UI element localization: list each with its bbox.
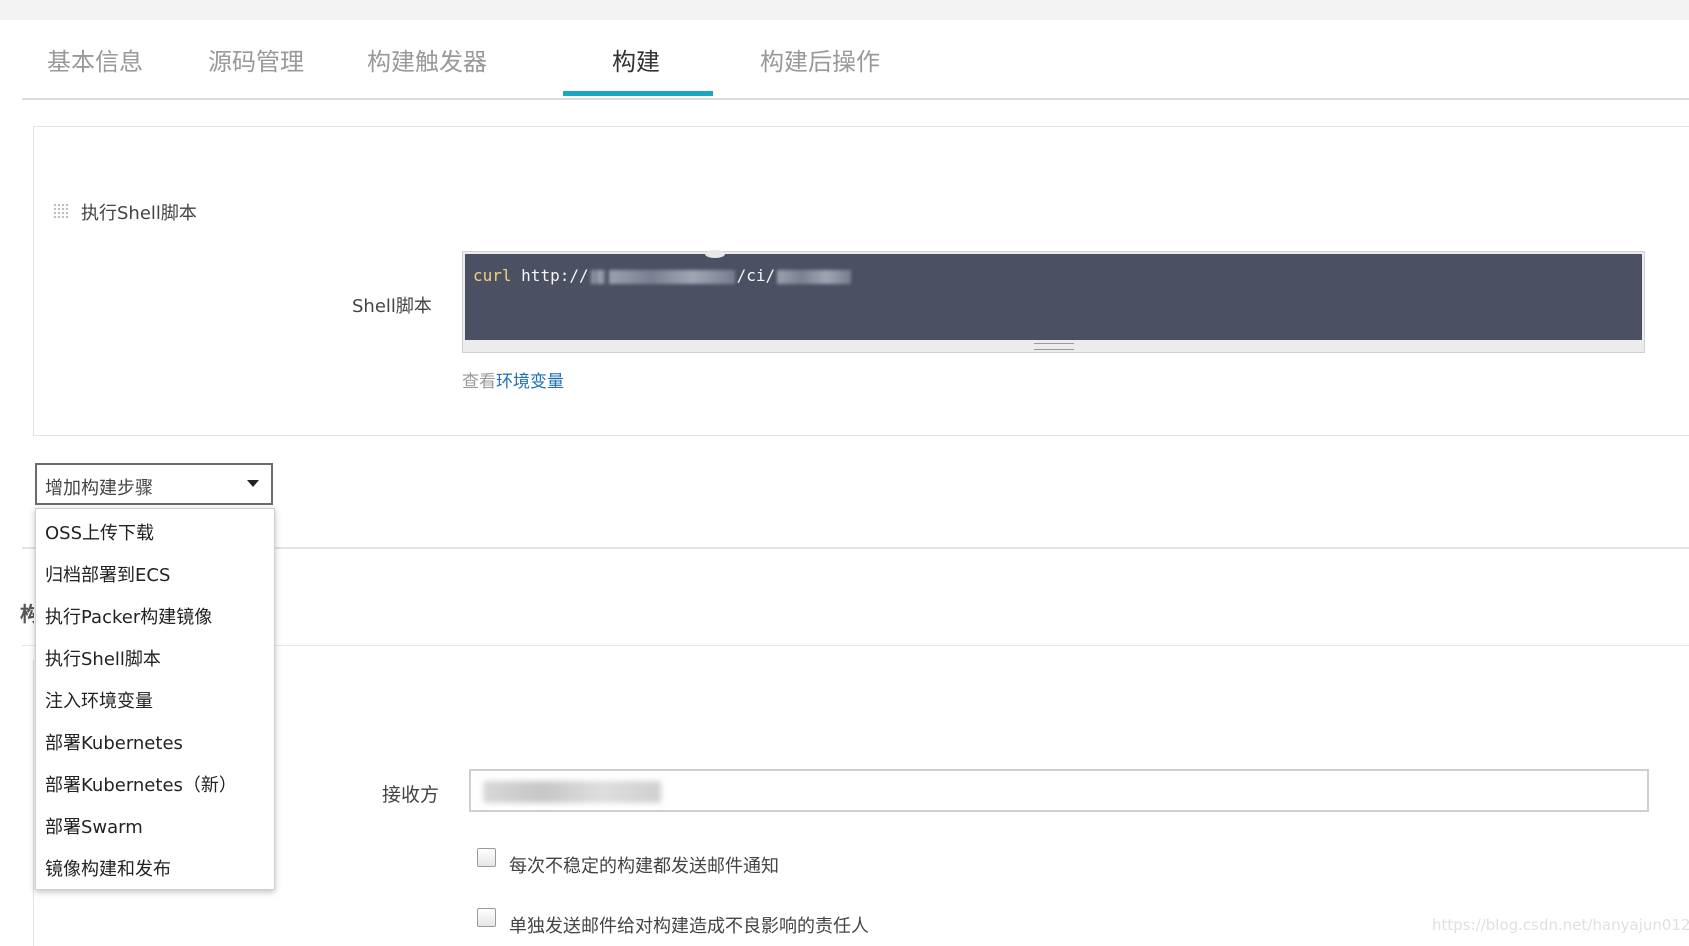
drag-handle-icon[interactable]	[53, 203, 69, 219]
env-hint: 查看环境变量	[462, 367, 564, 392]
recipients-label: 接收方	[382, 784, 440, 806]
tab-build[interactable]: 构建	[612, 42, 660, 77]
shell-step-panel: 执行Shell脚本 Shell脚本 curl http:// /ci/ 查看环境变…	[33, 126, 1689, 436]
code-path-part: /ci/	[736, 266, 776, 285]
resize-grip-icon[interactable]	[1033, 343, 1074, 350]
chevron-down-icon	[247, 480, 259, 487]
tab-basic-info[interactable]: 基本信息	[47, 42, 143, 77]
menu-item-oss[interactable]: OSS上传下载	[45, 519, 154, 545]
shell-script-label: Shell脚本	[352, 296, 432, 317]
section-title-partial: 构	[20, 602, 34, 626]
menu-item-image-build[interactable]: 镜像构建和发布	[45, 855, 171, 881]
menu-item-shell[interactable]: 执行Shell脚本	[45, 645, 161, 671]
menu-item-env[interactable]: 注入环境变量	[45, 687, 153, 713]
redacted-host-1	[590, 269, 605, 284]
build-step-menu: OSS上传下载 归档部署到ECS 执行Packer构建镜像 执行Shell脚本 …	[35, 508, 275, 890]
tab-source-control[interactable]: 源码管理	[208, 42, 304, 77]
responsible-person-label: 单独发送邮件给对构建造成不良影响的责任人	[509, 916, 869, 937]
step-title: 执行Shell脚本	[81, 203, 197, 224]
tab-build-triggers[interactable]: 构建触发器	[367, 42, 487, 77]
responsible-person-checkbox[interactable]	[477, 908, 496, 927]
redacted-host-2	[608, 269, 735, 284]
section-border	[33, 660, 34, 946]
code-url-prefix: http://	[521, 266, 589, 285]
menu-item-packer[interactable]: 执行Packer构建镜像	[45, 603, 212, 629]
shell-script-editor[interactable]: curl http:// /ci/	[462, 250, 1645, 353]
add-build-step-dropdown[interactable]: 增加构建步骤	[35, 463, 273, 505]
unstable-build-label: 每次不稳定的构建都发送邮件通知	[509, 856, 779, 877]
top-bar	[0, 0, 1689, 20]
env-variables-link[interactable]: 环境变量	[496, 372, 564, 392]
code-line: curl http:// /ci/	[473, 266, 853, 285]
unstable-build-checkbox[interactable]	[477, 848, 496, 867]
env-hint-prefix: 查看	[462, 372, 496, 392]
menu-item-kubernetes[interactable]: 部署Kubernetes	[45, 729, 183, 755]
redacted-path	[777, 269, 852, 284]
editor-notch	[705, 250, 725, 258]
add-build-step-label: 增加构建步骤	[45, 478, 153, 499]
menu-item-ecs[interactable]: 归档部署到ECS	[45, 561, 170, 587]
config-tabs: 基本信息 源码管理 构建触发器 构建 构建后操作	[22, 20, 1689, 100]
watermark: https://blog.csdn.net/hanyajun0123	[1432, 916, 1689, 934]
redacted-recipients	[483, 781, 661, 803]
tab-post-build[interactable]: 构建后操作	[760, 42, 880, 77]
active-tab-indicator	[563, 91, 713, 96]
recipients-input[interactable]	[469, 769, 1649, 812]
code-keyword: curl	[473, 266, 512, 285]
menu-item-swarm[interactable]: 部署Swarm	[45, 813, 143, 839]
editor-content[interactable]: curl http:// /ci/	[465, 250, 1642, 340]
menu-item-kubernetes-new[interactable]: 部署Kubernetes（新）	[45, 771, 237, 797]
